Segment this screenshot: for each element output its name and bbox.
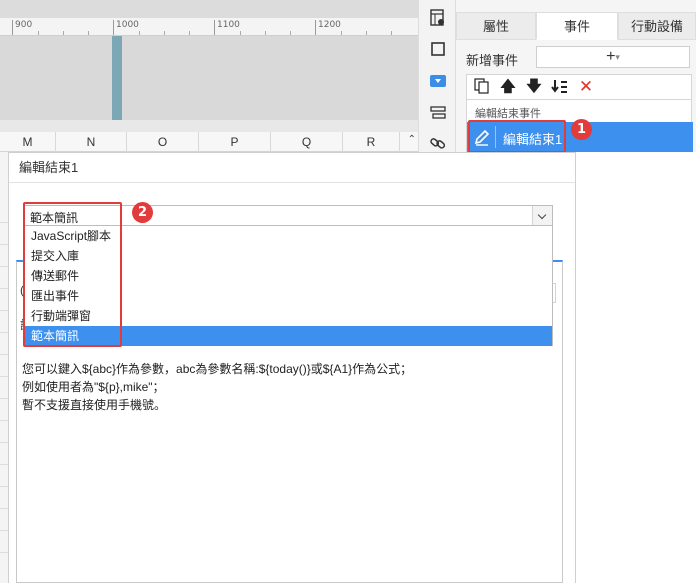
column-header-row: M N O P Q R ⌃: [0, 132, 418, 152]
ruler-tick: 1200: [315, 20, 341, 35]
column-header-n[interactable]: N: [56, 132, 127, 152]
column-header-o[interactable]: O: [127, 132, 199, 152]
callout-highlight-1: [468, 120, 566, 153]
link-icon[interactable]: [427, 132, 449, 154]
dropdown-widget-icon[interactable]: [427, 70, 449, 92]
column-header-m[interactable]: M: [0, 132, 56, 152]
tab-mobile[interactable]: 行動設備: [618, 12, 696, 40]
widget-toolbar: [418, 0, 456, 152]
ruler-tick: 1000: [113, 20, 139, 35]
help-line: 暫不支援直接使用手機號。: [22, 398, 167, 412]
tab-events[interactable]: 事件: [536, 12, 618, 40]
tab-attributes[interactable]: 屬性: [456, 12, 536, 40]
help-line: 您可以鍵入${abc}作為參數，abc為參數名稱:${today()}或${A1…: [22, 362, 413, 376]
panel-empty-area: [576, 152, 696, 583]
dialog-title: 編輯結束1: [9, 153, 575, 183]
panel-tabs: 屬性 事件 行動設備: [456, 12, 696, 40]
callout-badge-1: 1: [571, 119, 592, 140]
arrow-down-icon[interactable]: 🡇: [525, 78, 543, 96]
move-bottom-icon[interactable]: [551, 78, 569, 96]
event-toolbar: 🡅 🡇 ✕: [466, 74, 692, 100]
column-header-q[interactable]: Q: [271, 132, 343, 152]
caret-down-icon: ▾: [615, 52, 620, 62]
layout-icon[interactable]: [427, 102, 449, 124]
report-canvas[interactable]: [0, 36, 418, 120]
help-text: 您可以鍵入${abc}作為參數，abc為參數名稱:${today()}或${A1…: [22, 360, 412, 414]
delete-icon[interactable]: ✕: [577, 78, 595, 96]
ruler-tick: [405, 20, 407, 35]
square-icon[interactable]: [427, 38, 449, 60]
canvas-separator: [0, 120, 418, 132]
help-line: 例如使用者為"${p},mike"；: [22, 380, 165, 394]
ruler-tick: 1100: [214, 20, 240, 35]
copy-icon[interactable]: [473, 78, 491, 96]
add-event-button[interactable]: +▾: [536, 46, 690, 68]
column-header-p[interactable]: P: [199, 132, 271, 152]
callout-highlight-2: [23, 202, 122, 347]
column-header-r[interactable]: R: [343, 132, 400, 152]
horizontal-ruler: 900 1000 1100 1200: [0, 18, 418, 36]
report-grid-icon[interactable]: [427, 7, 449, 29]
chevron-down-icon[interactable]: [532, 206, 552, 225]
arrow-up-icon[interactable]: 🡅: [499, 78, 517, 96]
ruler-tick: 900: [12, 20, 32, 35]
sheet-row-strip: [0, 152, 8, 583]
add-event-label: 新增事件: [466, 53, 519, 68]
scroll-up-icon[interactable]: ⌃: [408, 134, 416, 145]
designer-top-strip: [0, 0, 418, 18]
column-marker: [112, 36, 122, 120]
callout-badge-2: 2: [132, 202, 153, 223]
event-list-title: 編輯結束事件: [475, 108, 541, 120]
plus-icon: +: [606, 48, 616, 66]
